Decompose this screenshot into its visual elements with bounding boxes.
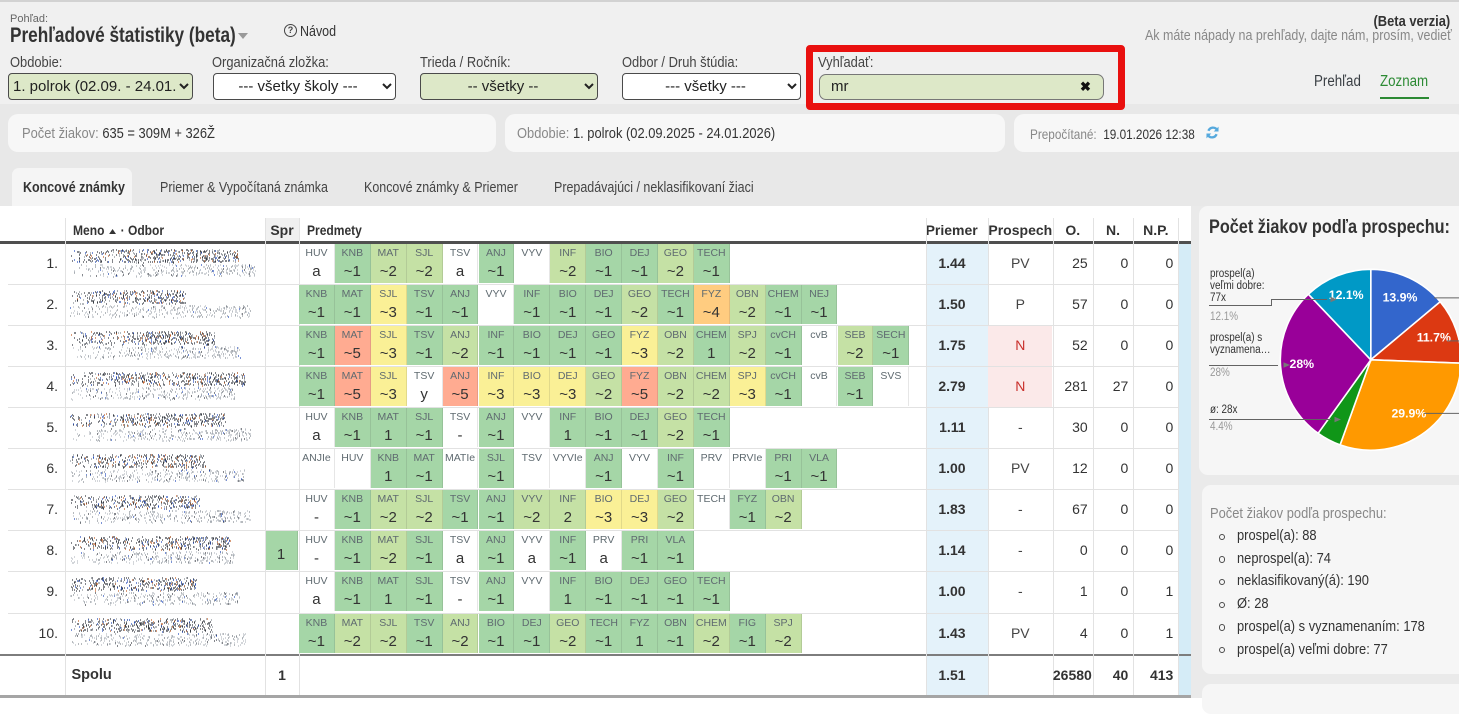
svg-text:28%: 28% (1289, 357, 1314, 371)
svg-text:11.7%: 11.7% (1417, 331, 1451, 345)
svg-text:13.9%: 13.9% (1383, 291, 1418, 305)
svg-text:29.9%: 29.9% (1391, 406, 1426, 420)
